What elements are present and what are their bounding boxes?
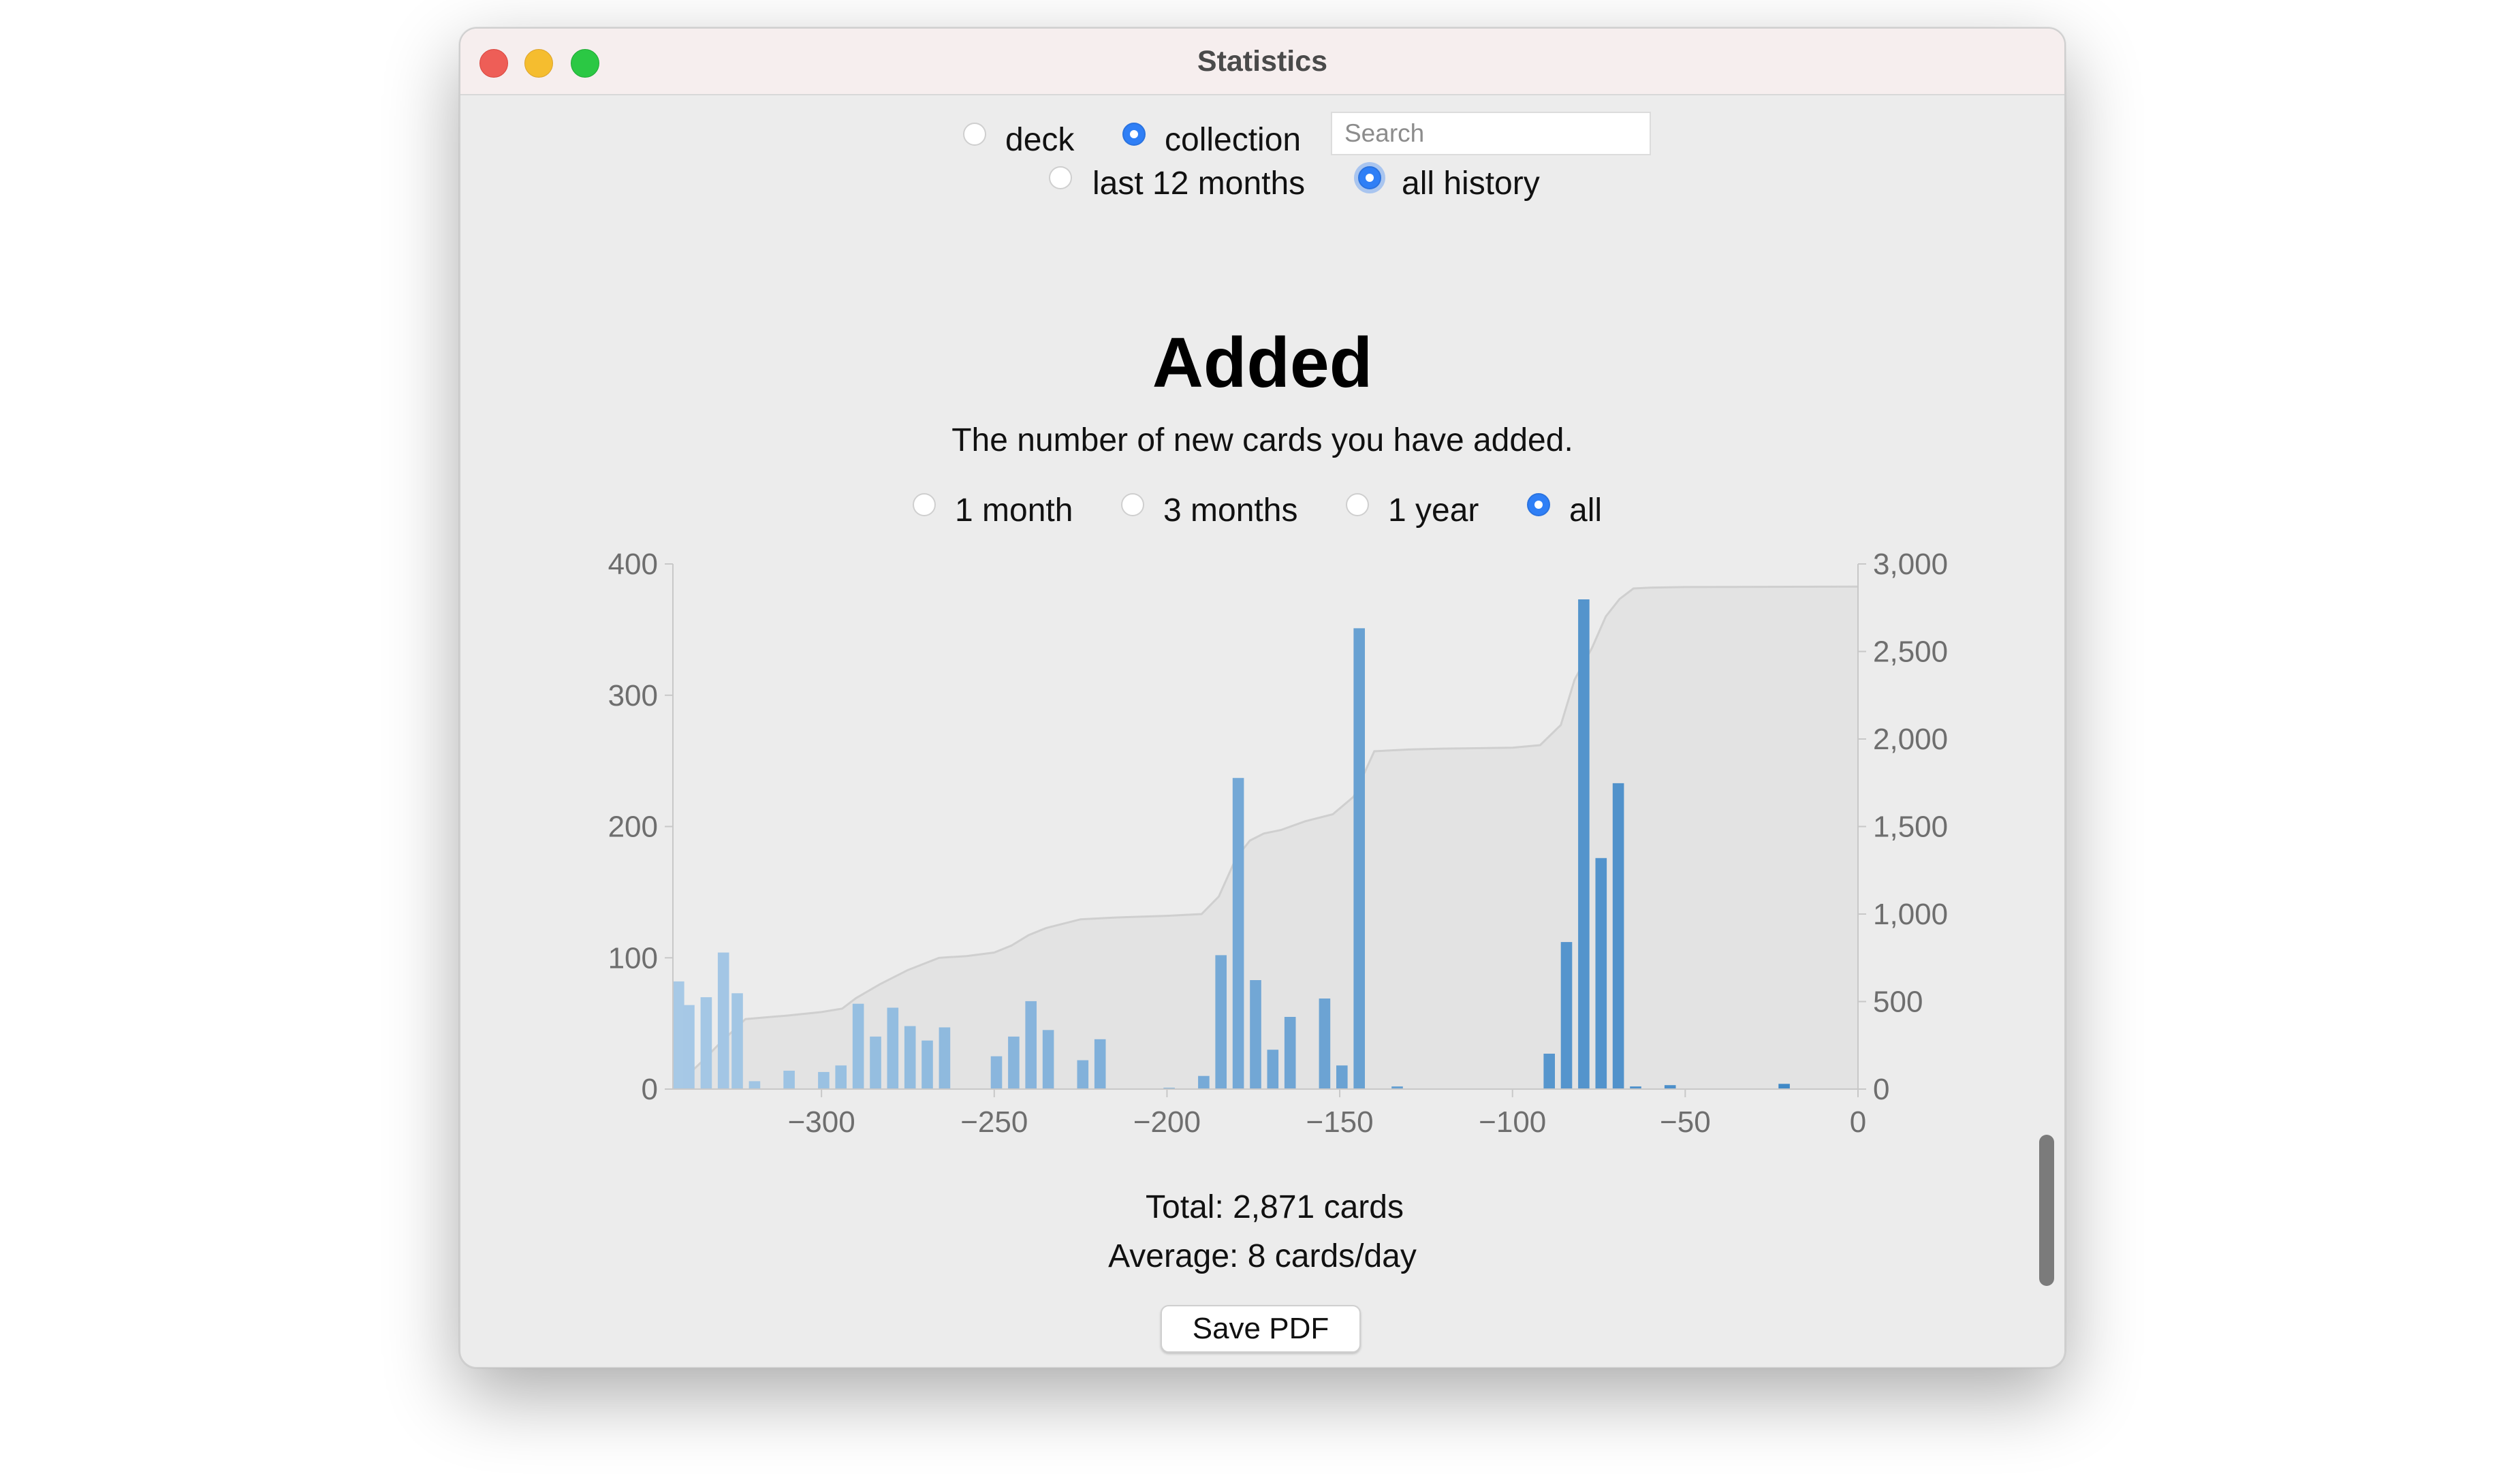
- bar: [749, 1081, 761, 1089]
- y-left-tick-label: 400: [608, 548, 658, 581]
- bar: [1215, 955, 1227, 1089]
- y-right-tick-label: 2,500: [1873, 635, 1948, 669]
- bar: [1025, 1001, 1037, 1089]
- bar: [731, 993, 743, 1089]
- y-right-tick-label: 1,000: [1873, 898, 1948, 931]
- bar: [990, 1056, 1003, 1089]
- bar: [870, 1036, 881, 1089]
- bar: [1595, 858, 1607, 1089]
- y-right-tick-label: 3,000: [1873, 548, 1948, 581]
- x-tick-label: −250: [960, 1105, 1028, 1139]
- bar: [1232, 778, 1244, 1089]
- y-right-tick-label: 2,000: [1873, 723, 1948, 756]
- bar: [818, 1071, 830, 1089]
- y-left-tick-label: 300: [608, 679, 658, 712]
- bar: [1094, 1039, 1106, 1089]
- bar: [1543, 1054, 1555, 1089]
- vertical-scrollbar[interactable]: [2039, 1135, 2054, 1286]
- bar: [1778, 1084, 1790, 1089]
- statistics-window: Statistics deck collection last 12 month…: [459, 27, 2066, 1368]
- bar: [1612, 783, 1624, 1089]
- x-tick-label: −50: [1660, 1105, 1711, 1139]
- average-cards: Average: 8 cards/day: [1108, 1238, 1417, 1274]
- bar: [1008, 1036, 1020, 1089]
- bar: [1198, 1075, 1210, 1089]
- bar: [1353, 628, 1365, 1089]
- y-left-tick-label: 0: [642, 1073, 658, 1106]
- cumulative-area: [673, 586, 1858, 1089]
- y-right-tick-label: 1,500: [1873, 811, 1948, 844]
- bar: [783, 1071, 795, 1089]
- bar: [1560, 942, 1573, 1089]
- added-chart: 0 100 200 300 400 0 500 1,000 1,500 2,000 2,500 3,0…: [608, 548, 1949, 1139]
- x-tick-label: −200: [1133, 1105, 1201, 1139]
- bar: [887, 1007, 899, 1089]
- x-tick-label: −150: [1306, 1105, 1374, 1139]
- bar: [1042, 1030, 1054, 1089]
- bar: [700, 997, 712, 1089]
- bar: [1319, 999, 1331, 1089]
- x-tick-label: −300: [788, 1105, 855, 1139]
- bar: [673, 981, 684, 1089]
- bar: [1578, 599, 1590, 1089]
- x-tick-label: 0: [1850, 1105, 1866, 1139]
- y-right-tick-label: 500: [1873, 986, 1923, 1019]
- y-right-tick-label: 0: [1873, 1073, 1889, 1106]
- bar: [683, 1005, 695, 1089]
- y-left-tick-label: 200: [608, 811, 658, 844]
- cumulative-area-layer: [672, 585, 1859, 1090]
- bar: [1284, 1017, 1296, 1089]
- bar: [1336, 1065, 1348, 1089]
- bar: [922, 1040, 933, 1089]
- bar: [1077, 1060, 1089, 1089]
- total-cards: Total: 2,871 cards: [1146, 1189, 1404, 1225]
- bar: [835, 1065, 847, 1089]
- bar: [1250, 980, 1261, 1089]
- bar: [1267, 1050, 1279, 1089]
- y-left-tick-label: 100: [608, 941, 658, 975]
- bar: [939, 1027, 951, 1089]
- bar: [717, 952, 729, 1089]
- bar: [852, 1003, 864, 1089]
- save-pdf-button[interactable]: Save PDF: [1161, 1305, 1361, 1353]
- bar: [904, 1026, 916, 1089]
- x-tick-label: −100: [1479, 1105, 1546, 1139]
